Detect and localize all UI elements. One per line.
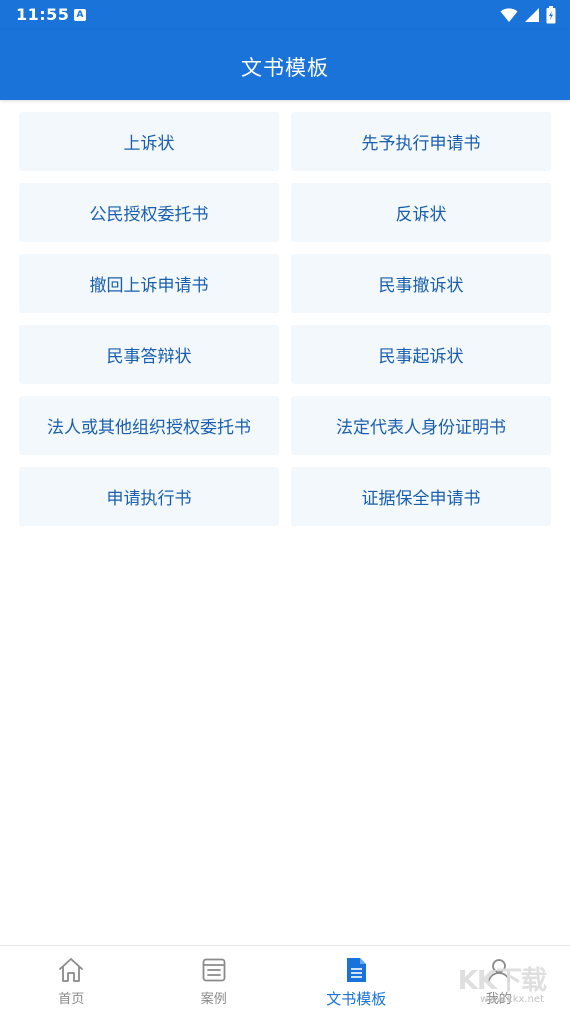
profile-icon xyxy=(485,956,513,984)
template-label: 法定代表人身份证明书 xyxy=(336,413,506,438)
template-card[interactable]: 反诉状 xyxy=(291,183,551,242)
document-icon xyxy=(342,956,370,984)
template-card[interactable]: 法人或其他组织授权委托书 xyxy=(19,396,279,455)
template-label: 民事答辩状 xyxy=(107,342,192,367)
template-card[interactable]: 先予执行申请书 xyxy=(291,112,551,171)
nav-item-profile[interactable]: 我的 xyxy=(428,946,570,1014)
nav-label: 首页 xyxy=(58,988,84,1007)
template-label: 上诉状 xyxy=(124,129,175,154)
template-card[interactable]: 民事答辩状 xyxy=(19,325,279,384)
status-bar: 11:55 A xyxy=(0,0,570,30)
template-label: 撤回上诉申请书 xyxy=(90,271,209,296)
template-label: 民事起诉状 xyxy=(379,342,464,367)
status-time: 11:55 xyxy=(16,5,69,24)
bottom-nav: 首页 案例 文书模板 xyxy=(0,945,570,1014)
template-card[interactable]: 公民授权委托书 xyxy=(19,183,279,242)
template-card[interactable]: 民事撤诉状 xyxy=(291,254,551,313)
template-label: 先予执行申请书 xyxy=(362,129,481,154)
wifi-icon xyxy=(500,7,518,23)
nav-item-templates[interactable]: 文书模板 xyxy=(285,946,428,1014)
template-card[interactable]: 撤回上诉申请书 xyxy=(19,254,279,313)
template-card[interactable]: 申请执行书 xyxy=(19,467,279,526)
app-bar: 文书模板 xyxy=(0,30,570,100)
template-label: 反诉状 xyxy=(396,200,447,225)
nav-label: 文书模板 xyxy=(326,988,386,1009)
template-card[interactable]: 证据保全申请书 xyxy=(291,467,551,526)
template-card[interactable]: 上诉状 xyxy=(19,112,279,171)
case-icon xyxy=(200,956,228,984)
template-grid: 上诉状 先予执行申请书 公民授权委托书 反诉状 撤回上诉申请书 民事撤诉状 民事… xyxy=(19,112,551,526)
nav-label: 我的 xyxy=(486,988,512,1007)
status-indicators xyxy=(500,6,556,24)
template-card[interactable]: 民事起诉状 xyxy=(291,325,551,384)
template-label: 民事撤诉状 xyxy=(379,271,464,296)
nav-item-home[interactable]: 首页 xyxy=(0,946,143,1014)
template-label: 公民授权委托书 xyxy=(90,200,209,225)
template-label: 证据保全申请书 xyxy=(362,484,481,509)
template-card[interactable]: 法定代表人身份证明书 xyxy=(291,396,551,455)
nav-label: 案例 xyxy=(201,988,227,1007)
template-label: 法人或其他组织授权委托书 xyxy=(47,413,251,438)
battery-icon xyxy=(546,6,556,24)
nav-item-cases[interactable]: 案例 xyxy=(143,946,286,1014)
home-icon xyxy=(57,956,85,984)
signal-icon xyxy=(524,7,540,23)
a-icon: A xyxy=(74,9,86,21)
page-title: 文书模板 xyxy=(0,52,570,82)
template-label: 申请执行书 xyxy=(107,484,192,509)
